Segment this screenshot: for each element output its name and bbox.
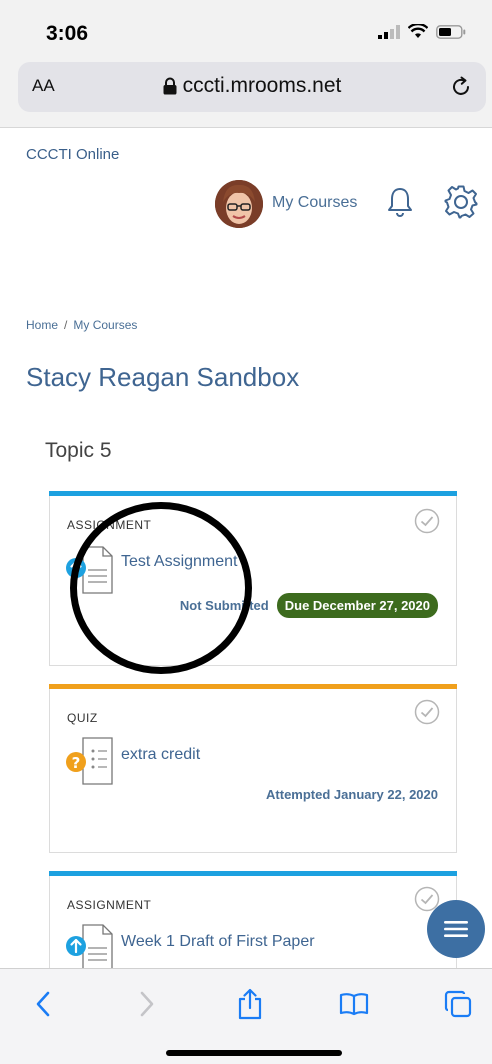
activity-type-label: QUIZ bbox=[67, 711, 98, 725]
reload-icon[interactable] bbox=[448, 74, 474, 100]
url-wrap: cccti.mrooms.net bbox=[18, 74, 486, 98]
completion-check-icon[interactable] bbox=[414, 699, 440, 725]
assignment-document-icon bbox=[66, 924, 113, 972]
avatar-image bbox=[215, 180, 263, 228]
svg-text:?: ? bbox=[72, 754, 81, 772]
breadcrumb-separator: / bbox=[64, 318, 68, 332]
completion-check-icon[interactable] bbox=[414, 508, 440, 534]
attempt-status: Attempted January 22, 2020 bbox=[266, 787, 438, 802]
activity-name-link[interactable]: extra credit bbox=[121, 746, 200, 764]
my-courses-link[interactable]: My Courses bbox=[272, 194, 357, 212]
book-icon bbox=[339, 993, 369, 1016]
url-text[interactable]: cccti.mrooms.net bbox=[183, 74, 342, 98]
address-bar[interactable]: AA cccti.mrooms.net bbox=[18, 62, 486, 112]
chevron-left-icon bbox=[36, 991, 50, 1017]
activity-name-link[interactable]: Week 1 Draft of First Paper bbox=[121, 933, 315, 951]
home-indicator bbox=[166, 1050, 342, 1056]
tabs-button[interactable] bbox=[441, 987, 475, 1021]
breadcrumb-home[interactable]: Home bbox=[26, 318, 58, 332]
topic-title: Topic 5 bbox=[45, 439, 112, 462]
share-button[interactable] bbox=[233, 987, 267, 1021]
breadcrumb: Home / My Courses bbox=[26, 318, 137, 332]
activity-status: Attempted January 22, 2020 bbox=[266, 787, 438, 802]
site-name-link[interactable]: CCCTI Online bbox=[26, 146, 119, 163]
card-accent-bar bbox=[49, 491, 457, 496]
bookmarks-button[interactable] bbox=[337, 987, 371, 1021]
due-date-badge: Due December 27, 2020 bbox=[276, 593, 438, 618]
back-button[interactable] bbox=[26, 987, 60, 1021]
activity-type-label: ASSIGNMENT bbox=[67, 898, 152, 912]
avatar[interactable] bbox=[215, 180, 263, 228]
chrome-divider bbox=[0, 127, 492, 128]
tabs-icon bbox=[444, 990, 472, 1018]
share-icon bbox=[238, 988, 262, 1020]
floating-menu-button[interactable] bbox=[427, 900, 485, 958]
cellular-signal-icon bbox=[378, 24, 400, 39]
battery-icon bbox=[436, 24, 466, 39]
wifi-icon bbox=[408, 24, 428, 38]
status-icons bbox=[378, 24, 466, 39]
forward-button[interactable] bbox=[130, 987, 164, 1021]
card-accent-bar bbox=[49, 871, 457, 876]
notifications-bell-icon[interactable] bbox=[385, 186, 415, 218]
breadcrumb-my-courses[interactable]: My Courses bbox=[73, 318, 137, 332]
hamburger-menu-icon bbox=[444, 921, 468, 937]
lock-icon bbox=[163, 77, 177, 95]
status-bar: 3:06 bbox=[0, 0, 492, 62]
settings-gear-icon[interactable] bbox=[443, 184, 479, 220]
activity-card-extra-credit[interactable]: QUIZ ? extra credit Attempted January 22… bbox=[49, 684, 457, 853]
card-accent-bar bbox=[49, 684, 457, 689]
chevron-right-icon bbox=[140, 991, 154, 1017]
status-time: 3:06 bbox=[46, 22, 89, 45]
user-nav: My Courses bbox=[215, 180, 485, 230]
page-title: Stacy Reagan Sandbox bbox=[26, 362, 300, 392]
quiz-document-icon: ? bbox=[66, 737, 113, 785]
annotation-circle bbox=[70, 502, 252, 674]
browser-chrome: AA cccti.mrooms.net bbox=[0, 62, 492, 128]
